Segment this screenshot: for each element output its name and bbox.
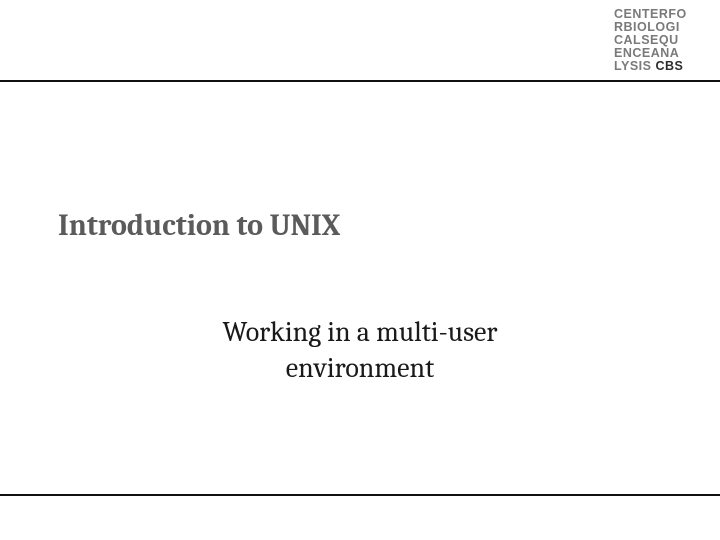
slide-title: Introduction to UNIX [58,208,340,243]
divider-top [0,80,720,82]
logo-line-2: RBIOLOGI [614,20,680,34]
slide-subtitle: Working in a multi-user environment [0,314,720,386]
logo-line-1: CENTERFO [614,7,687,21]
logo-line-3: CALSEQU [614,33,679,47]
divider-bottom [0,494,720,496]
institution-logo: CENTERFO RBIOLOGI CALSEQU ENCEANA LYSIS … [614,8,704,73]
logo-line-4: ENCEANA [614,46,679,60]
slide: CENTERFO RBIOLOGI CALSEQU ENCEANA LYSIS … [0,0,720,540]
logo-line-5-strong: CBS [655,59,683,73]
logo-line-5-prefix: LYSIS [614,59,655,73]
